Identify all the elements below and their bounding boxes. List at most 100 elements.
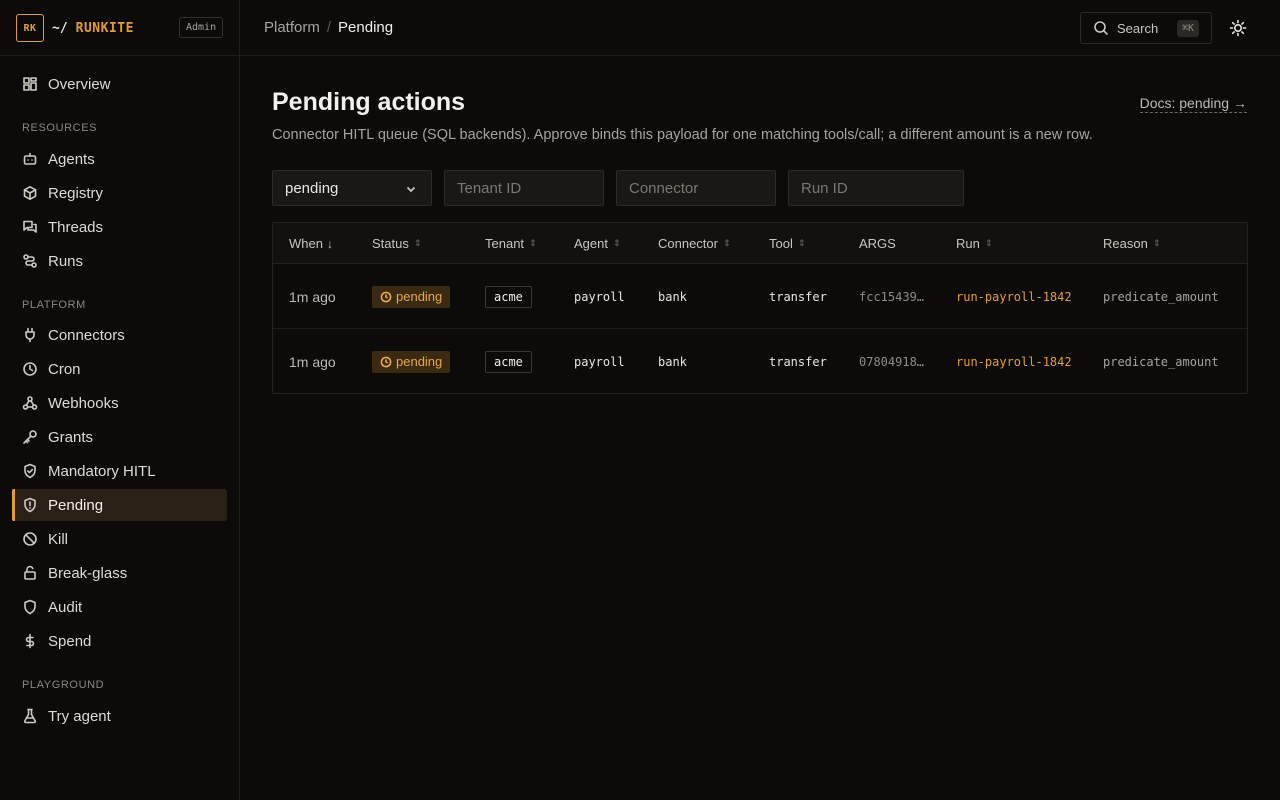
column-header-reason[interactable]: Reason ⇕ xyxy=(1103,236,1160,251)
sidebar-item-try-agent[interactable]: Try agent xyxy=(12,700,227,732)
sidebar-item-agents[interactable]: Agents xyxy=(12,143,227,175)
page-title: Pending actions xyxy=(272,88,466,116)
column-header-agent[interactable]: Agent ⇕ xyxy=(574,236,621,251)
webhook-icon xyxy=(22,395,38,411)
column-header-when[interactable]: When ↓ xyxy=(289,236,333,251)
column-header-tool[interactable]: Tool ⇕ xyxy=(769,236,805,251)
column-header-connector[interactable]: Connector ⇕ xyxy=(658,236,731,251)
sidebar-item-spend[interactable]: Spend xyxy=(12,625,227,657)
cell-connector: bank xyxy=(658,354,687,369)
tenant-chip[interactable]: acme xyxy=(485,285,532,308)
breadcrumb: Platform / Pending xyxy=(264,19,393,36)
sidebar-item-kill[interactable]: Kill xyxy=(12,523,227,555)
flask-icon xyxy=(22,708,38,724)
column-header-tenant[interactable]: Tenant ⇕ xyxy=(485,236,537,251)
header-divider xyxy=(0,55,1280,56)
status-badge: pending xyxy=(372,285,451,308)
sort-desc-icon: ↓ xyxy=(326,236,333,251)
messages-icon xyxy=(22,219,38,235)
sidebar-item-label: Break-glass xyxy=(48,564,128,582)
cell-tool: transfer xyxy=(769,354,827,369)
sidebar-item-runs[interactable]: Runs xyxy=(12,245,227,277)
admin-badge: Admin xyxy=(179,17,224,38)
theme-toggle-button[interactable] xyxy=(1228,18,1248,38)
sidebar-item-label: Overview xyxy=(48,75,111,93)
run-id-input[interactable] xyxy=(788,170,964,206)
sort-icon: ⇕ xyxy=(612,238,621,248)
table-row[interactable]: 1m ago pending acme payroll bank transfe… xyxy=(273,329,1247,394)
docs-link[interactable]: Docs: pending → xyxy=(1139,95,1247,113)
sidebar-item-mandatory-hitl[interactable]: Mandatory HITL xyxy=(12,455,227,487)
sidebar-item-label: Spend xyxy=(48,632,92,650)
cell-connector: bank xyxy=(658,289,687,304)
table-row[interactable]: 1m ago pending acme payroll bank transfe… xyxy=(273,264,1247,329)
sidebar-item-webhooks[interactable]: Webhooks xyxy=(12,387,227,419)
brand-logo: RK xyxy=(16,14,44,42)
search-shortcut: ⌘K xyxy=(1176,20,1199,37)
page-subtitle: Connector HITL queue (SQL backends). App… xyxy=(272,127,1093,143)
sidebar-item-registry[interactable]: Registry xyxy=(12,177,227,209)
plug-icon xyxy=(22,327,38,343)
sidebar-item-label: Pending xyxy=(48,496,104,514)
cell-agent: payroll xyxy=(574,289,625,304)
sidebar-item-connectors[interactable]: Connectors xyxy=(12,319,227,351)
breadcrumb-current: Pending xyxy=(338,19,394,36)
sort-icon: ⇕ xyxy=(1152,238,1161,248)
sidebar-item-break-glass[interactable]: Break-glass xyxy=(12,557,227,589)
sidebar-item-label: Agents xyxy=(48,150,95,168)
connector-input[interactable] xyxy=(616,170,776,206)
column-header-run[interactable]: Run ⇕ xyxy=(956,236,992,251)
run-link[interactable]: run-payroll-1842 xyxy=(956,264,1072,329)
sidebar-item-label: Threads xyxy=(48,218,104,236)
clock-icon xyxy=(380,291,392,302)
column-header-status[interactable]: Status ⇕ xyxy=(372,236,421,251)
brand[interactable]: RK ~/ RUNKITE xyxy=(16,14,134,42)
app-root: RK ~/ RUNKITE Admin Overview Resources A… xyxy=(0,0,1280,800)
sidebar-item-audit[interactable]: Audit xyxy=(12,591,227,623)
run-link[interactable]: run-payroll-1842 xyxy=(956,329,1072,394)
sort-icon: ⇕ xyxy=(413,238,422,248)
section-title-resources: Resources xyxy=(22,122,98,134)
bot-icon xyxy=(22,151,38,167)
sort-icon: ⇕ xyxy=(722,238,731,248)
ban-icon xyxy=(22,531,38,547)
sort-icon: ⇕ xyxy=(797,238,806,248)
sidebar-item-pending[interactable]: Pending xyxy=(12,489,227,521)
sidebar-item-grants[interactable]: Grants xyxy=(12,421,227,453)
key-icon xyxy=(22,429,38,445)
clock-icon xyxy=(22,361,38,377)
sidebar-item-threads[interactable]: Threads xyxy=(12,211,227,243)
breadcrumb-separator: / xyxy=(326,19,332,36)
sidebar-item-label: Webhooks xyxy=(48,394,119,412)
status-filter-value: pending xyxy=(285,179,339,197)
sidebar-item-label: Audit xyxy=(48,598,83,616)
pending-actions-table: When ↓ Status ⇕ Tenant ⇕ Agent ⇕ Connector ⇕ … xyxy=(272,222,1248,394)
sidebar-item-overview[interactable]: Overview xyxy=(12,68,227,100)
shield-alert-icon xyxy=(22,497,38,513)
sidebar-item-label: Try agent xyxy=(48,707,111,725)
shield-icon xyxy=(22,599,38,615)
route-icon xyxy=(22,253,38,269)
cell-when: 1m ago xyxy=(289,288,336,305)
tenant-chip[interactable]: acme xyxy=(485,350,532,373)
sidebar-item-label: Mandatory HITL xyxy=(48,462,156,480)
sidebar-item-label: Registry xyxy=(48,184,104,202)
grid-icon xyxy=(22,76,38,92)
cell-reason: predicate_amount xyxy=(1103,354,1219,369)
clock-icon xyxy=(380,356,392,367)
tenant-id-input[interactable] xyxy=(444,170,604,206)
breadcrumb-parent[interactable]: Platform xyxy=(264,19,320,36)
brand-path: ~/ xyxy=(52,20,68,36)
status-filter-select[interactable]: pending xyxy=(272,170,432,206)
sun-icon xyxy=(1229,19,1247,37)
search-button[interactable]: Search ⌘K xyxy=(1080,12,1212,44)
section-title-playground: Playground xyxy=(22,679,105,691)
sort-icon: ⇕ xyxy=(984,238,993,248)
shield-check-icon xyxy=(22,463,38,479)
column-header-args: ARGS xyxy=(859,236,896,251)
table-header: When ↓ Status ⇕ Tenant ⇕ Agent ⇕ Connector ⇕ … xyxy=(273,223,1247,264)
cell-tool: transfer xyxy=(769,289,827,304)
brand-name: RUNKITE xyxy=(75,20,134,36)
package-icon xyxy=(22,185,38,201)
sidebar-item-cron[interactable]: Cron xyxy=(12,353,227,385)
